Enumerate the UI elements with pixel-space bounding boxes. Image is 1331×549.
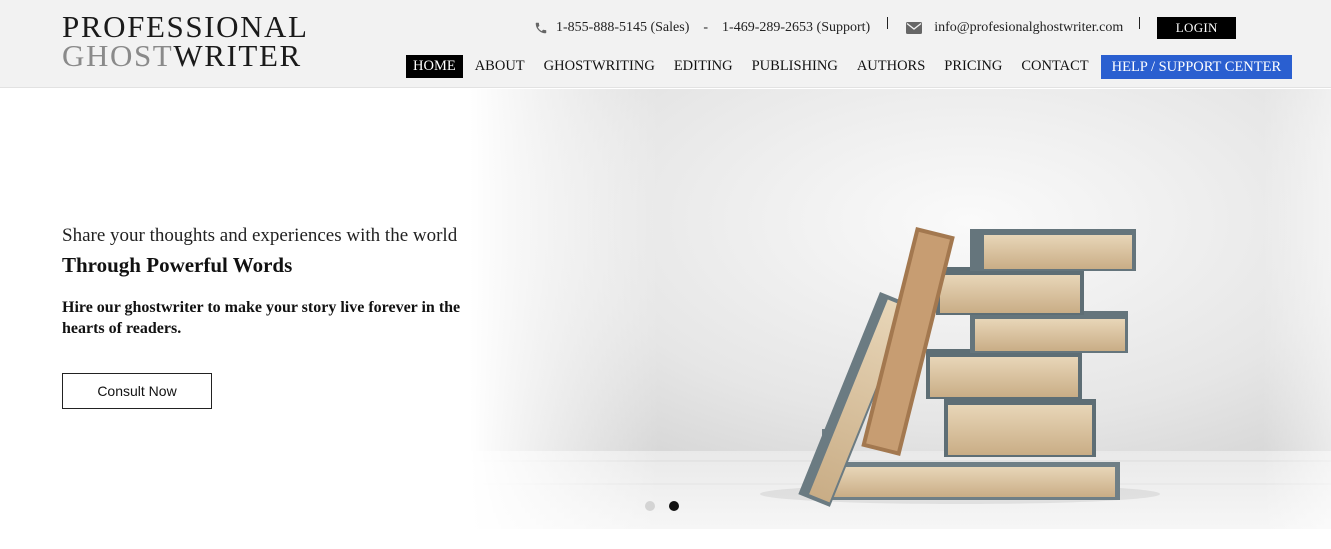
hero-headline: Through Powerful Words [62, 253, 293, 277]
contact-bar: 1-855-888-5145 (Sales) - 1-469-289-2653 … [534, 17, 1237, 39]
main-nav: HOME ABOUT GHOSTWRITING EDITING PUBLISHI… [406, 54, 1293, 79]
nav-item-about[interactable]: ABOUT [468, 55, 532, 78]
divider [1139, 17, 1141, 29]
hero-text-block: Share your thoughts and experiences with… [62, 224, 482, 339]
logo-ghost-text: GHOST [62, 38, 174, 73]
divider [887, 17, 889, 29]
nav-item-publishing[interactable]: PUBLISHING [745, 55, 845, 78]
hero-subline: Hire our ghostwriter to make your story … [62, 299, 461, 337]
slider-dot-1[interactable] [645, 501, 655, 511]
nav-item-pricing[interactable]: PRICING [937, 55, 1009, 78]
sales-phone-link[interactable]: 1-855-888-5145 (Sales) [556, 20, 689, 36]
hero-tagline: Share your thoughts and experiences with… [62, 225, 458, 246]
hero-slider: Share your thoughts and experiences with… [0, 89, 1331, 529]
nav-item-contact[interactable]: CONTACT [1014, 55, 1095, 78]
consult-now-button[interactable]: Consult Now [62, 373, 212, 409]
site-header: PROFESSIONAL GHOSTWRITER 1-855-888-5145 … [0, 0, 1331, 88]
logo-line-1: PROFESSIONAL [62, 9, 309, 44]
nav-item-home[interactable]: HOME [406, 55, 463, 78]
site-logo[interactable]: PROFESSIONAL GHOSTWRITER [62, 9, 309, 73]
slider-dots [645, 501, 679, 511]
nav-item-authors[interactable]: AUTHORS [850, 55, 932, 78]
email-link[interactable]: info@profesionalghostwriter.com [934, 20, 1123, 36]
support-phone-link[interactable]: 1-469-289-2653 (Support) [722, 20, 870, 36]
phone-icon [535, 22, 547, 34]
login-button[interactable]: LOGIN [1157, 17, 1237, 39]
nav-item-ghostwriting[interactable]: GHOSTWRITING [537, 55, 662, 78]
logo-writer-text: WRITER [173, 38, 302, 73]
envelope-icon [906, 22, 923, 34]
nav-item-editing[interactable]: EDITING [667, 55, 740, 78]
logo-line-2: GHOSTWRITER [62, 38, 309, 73]
help-support-button[interactable]: HELP / SUPPORT CENTER [1100, 54, 1293, 79]
phone-separator: - [703, 20, 709, 35]
slider-dot-2[interactable] [669, 501, 679, 511]
books-stack-image [470, 89, 1331, 529]
